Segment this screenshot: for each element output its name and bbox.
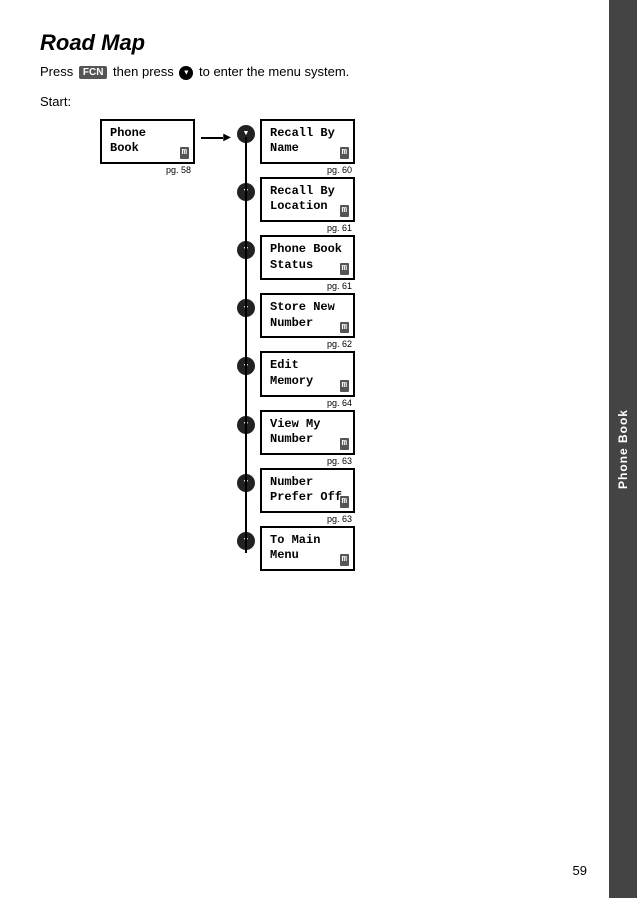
intro-then: then press	[113, 64, 174, 79]
phone-book-pg: pg. 58	[166, 165, 191, 175]
diagram-area: Phone Book m pg. 58 Recall ByNamempg. 60…	[100, 119, 597, 574]
menu-pg-2: pg. 61	[327, 281, 352, 291]
menu-line1-3: Store New	[270, 300, 335, 314]
menu-item-0: Recall ByName m pg. 60	[237, 119, 355, 175]
phone-book-box: Phone Book m	[100, 119, 195, 164]
arrow-connector	[201, 119, 231, 145]
menu-line1-5: View My	[270, 417, 320, 431]
phone-book-icon: m	[180, 147, 189, 159]
menu-item-6: NumberPrefer Offmpg. 63	[237, 468, 355, 524]
menu-box-0: Recall ByName m	[260, 119, 355, 164]
menu-icon-1: m	[340, 205, 349, 217]
menu-item-3: Store New Number m pg. 62	[237, 293, 355, 349]
intro-press: Press	[40, 64, 73, 79]
menu-line1-2: Phone Book	[270, 242, 342, 256]
menu-item-4: Edit Memory m pg. 64	[237, 351, 355, 407]
vertical-line	[245, 137, 247, 554]
menu-line2-4: Memory	[270, 374, 313, 388]
right-arrow-icon	[201, 131, 231, 145]
menu-box-3: Store New Number m	[260, 293, 355, 338]
menu-line1-6: Number	[270, 475, 313, 489]
phone-book-line1: Phone	[110, 126, 146, 140]
down-arrow-icon	[179, 66, 193, 80]
menu-box-7: To MainMenu m	[260, 526, 355, 571]
menu-icon-6: m	[340, 496, 349, 508]
menu-icon-7: m	[340, 554, 349, 566]
menu-box-5: View MyNumber m	[260, 410, 355, 455]
page-title: Road Map	[40, 30, 597, 56]
menu-pg-1: pg. 61	[327, 223, 352, 233]
menu-pg-6: pg. 63	[327, 514, 352, 524]
menu-icon-3: m	[340, 322, 349, 334]
start-label: Start:	[40, 94, 597, 109]
menu-line2-2: Status	[270, 258, 313, 272]
menu-box-4: Edit Memory m	[260, 351, 355, 396]
sidebar-tab: Phone Book	[609, 0, 637, 898]
menu-icon-5: m	[340, 438, 349, 450]
menu-item-7: To MainMenu m	[237, 526, 355, 571]
menu-line2-1: Location	[270, 199, 328, 213]
menu-line1-4: Edit	[270, 358, 299, 372]
menu-box-1: Recall ByLocation m	[260, 177, 355, 222]
menu-pg-4: pg. 64	[327, 398, 352, 408]
phone-book-line2: Book	[110, 141, 139, 155]
menu-item-2: Phone Book Status m pg. 61	[237, 235, 355, 291]
intro-text: Press FCN then press to enter the menu s…	[40, 64, 597, 80]
menu-line1-0: Recall By	[270, 126, 335, 140]
page-number: 59	[573, 863, 587, 878]
menu-pg-3: pg. 62	[327, 339, 352, 349]
menu-line1-1: Recall By	[270, 184, 335, 198]
sidebar-tab-label: Phone Book	[616, 409, 630, 489]
page-content: Road Map Press FCN then press to enter t…	[0, 0, 637, 603]
right-column: Recall ByNamempg. 60Recall ByLocationmpg…	[237, 119, 355, 574]
intro-end: to enter the menu system.	[199, 64, 349, 79]
menu-line1-7: To Main	[270, 533, 320, 547]
menu-icon-4: m	[340, 380, 349, 392]
menu-item-5: View MyNumber m pg. 63	[237, 410, 355, 466]
right-col-wrapper: Recall ByNamempg. 60Recall ByLocationmpg…	[237, 119, 355, 574]
menu-pg-5: pg. 63	[327, 456, 352, 466]
menu-icon-0: m	[340, 147, 349, 159]
menu-icon-2: m	[340, 263, 349, 275]
fcn-badge: FCN	[79, 66, 108, 79]
menu-line2-5: Number	[270, 432, 313, 446]
menu-box-2: Phone Book Status m	[260, 235, 355, 280]
left-column: Phone Book m pg. 58	[100, 119, 195, 175]
menu-item-1: Recall ByLocation m pg. 61	[237, 177, 355, 233]
menu-box-6: NumberPrefer Offm	[260, 468, 355, 513]
menu-line2-7: Menu	[270, 548, 299, 562]
menu-line2-0: Name	[270, 141, 299, 155]
menu-pg-0: pg. 60	[327, 165, 352, 175]
menu-line2-6: Prefer Off	[270, 490, 342, 504]
menu-line2-3: Number	[270, 316, 313, 330]
